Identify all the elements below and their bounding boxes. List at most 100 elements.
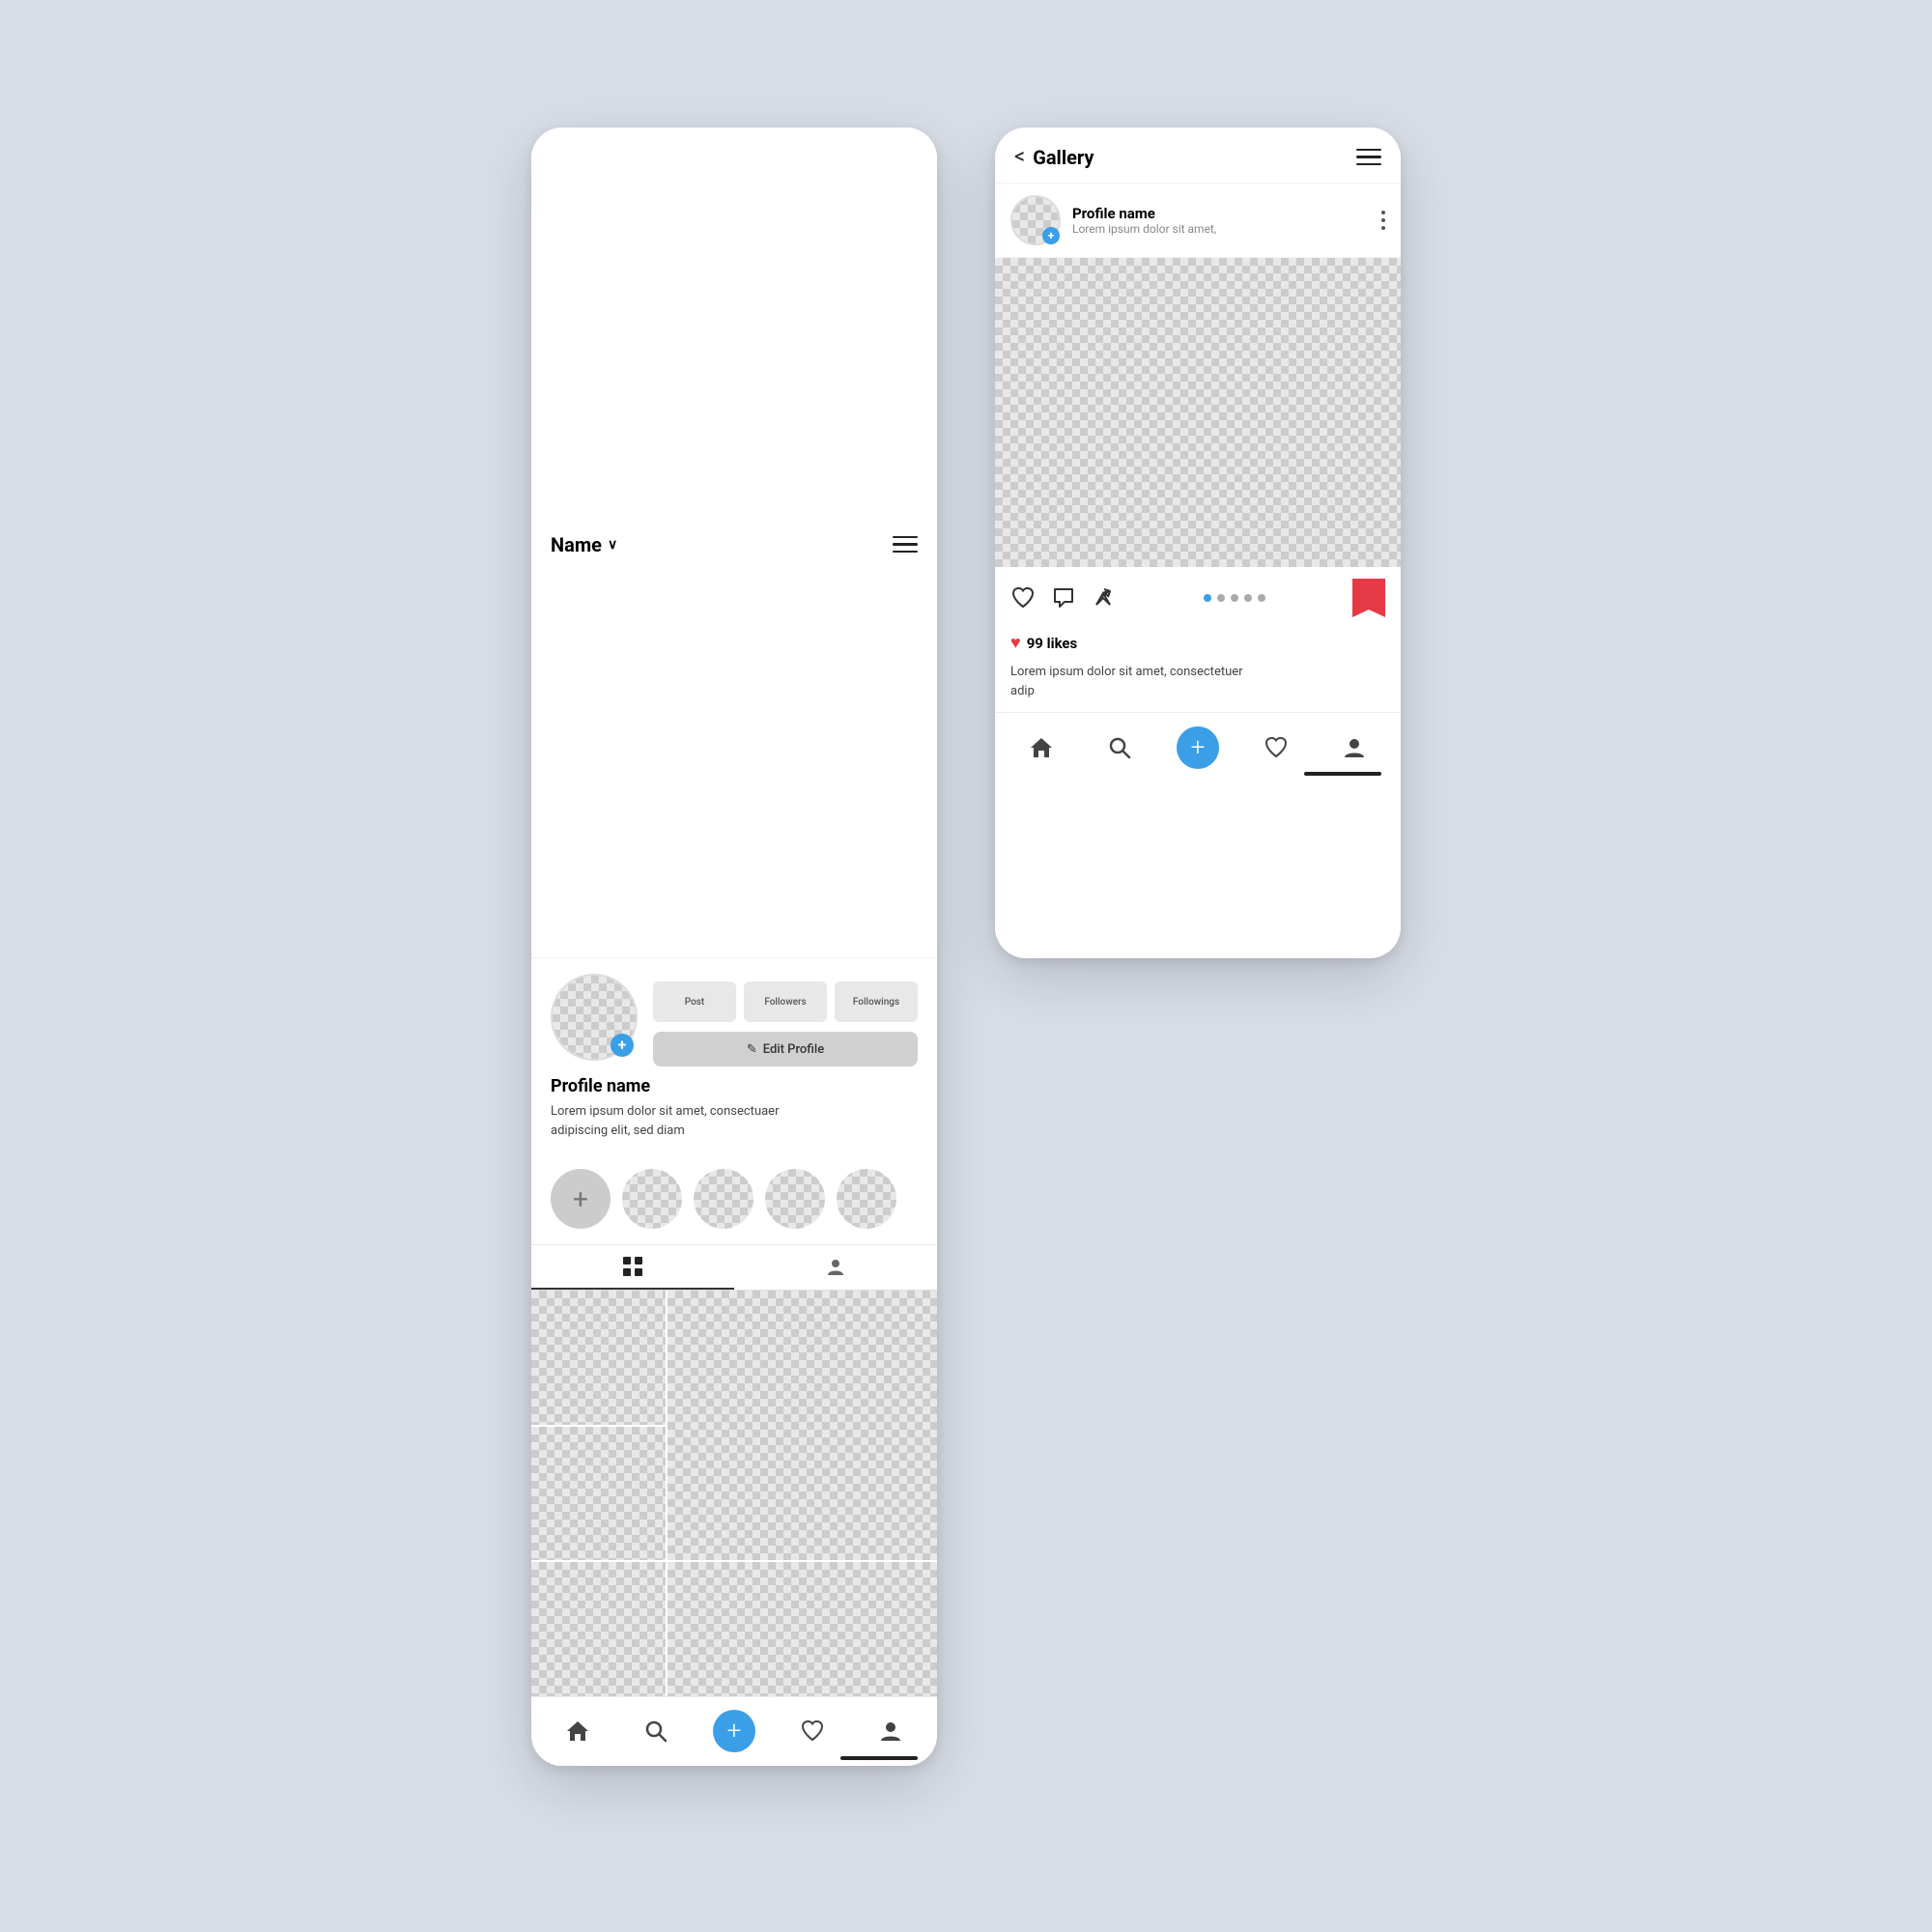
more-options-button[interactable] <box>1381 211 1385 230</box>
photo-cell-5[interactable] <box>531 1562 666 1696</box>
nav-search-button[interactable] <box>633 1708 679 1754</box>
stats-row: Post Followers Followings <box>653 981 918 1022</box>
followings-label: Followings <box>853 997 899 1008</box>
nav2-heart-button[interactable] <box>1253 724 1299 771</box>
heart-icon-2 <box>1264 735 1289 760</box>
heart-icon <box>800 1719 825 1744</box>
dot-indicator-2 <box>1217 594 1225 602</box>
home-indicator <box>840 1756 918 1760</box>
nav2-add-button[interactable]: + <box>1175 724 1221 771</box>
person-tab-icon <box>825 1257 846 1278</box>
gallery-menu-button[interactable] <box>1356 149 1381 166</box>
photo-cell-1[interactable] <box>531 1291 666 1425</box>
avatar-wrap: + <box>551 974 638 1061</box>
hamburger-line <box>893 543 918 546</box>
home-indicator-2 <box>1304 772 1381 776</box>
hamburger-line <box>893 551 918 554</box>
name-label: Name <box>551 533 602 556</box>
add-circle-2[interactable]: + <box>1177 726 1219 769</box>
dot-indicator-4 <box>1244 594 1252 602</box>
nav2-home-button[interactable] <box>1018 724 1065 771</box>
profile-name-header[interactable]: Name ∨ <box>551 533 617 556</box>
nav-add-button[interactable]: + <box>711 1708 757 1754</box>
post-avatar-wrap: + <box>1010 195 1061 245</box>
gallery-title: Gallery <box>1033 146 1094 169</box>
home-icon-2 <box>1029 735 1054 760</box>
post-username: Profile name <box>1072 205 1370 222</box>
nav2-profile-button[interactable] <box>1331 724 1378 771</box>
photo-cell-4[interactable] <box>531 1427 666 1561</box>
avatar-add-button[interactable]: + <box>611 1034 634 1057</box>
edit-profile-button[interactable]: ✎ Edit Profile <box>653 1032 918 1066</box>
profile-display-name: Profile name <box>551 1076 918 1096</box>
home-icon <box>565 1719 590 1744</box>
phone-profile: Name ∨ + Post <box>531 128 937 1766</box>
person-icon <box>878 1719 903 1744</box>
phone-gallery: < Gallery + Profile name Lorem ipsum dol… <box>995 128 1401 958</box>
dot-3 <box>1381 226 1385 230</box>
hamburger-line <box>1356 156 1381 158</box>
carousel-dots <box>1132 594 1337 602</box>
hamburger-line <box>1356 163 1381 166</box>
content-tabs <box>531 1245 937 1291</box>
search-icon <box>643 1719 668 1744</box>
photo-grid <box>531 1291 937 1696</box>
like-button[interactable] <box>1010 585 1036 611</box>
heart-filled-icon: ♥ <box>1010 633 1021 653</box>
chevron-down-icon: ∨ <box>608 537 617 553</box>
likes-count: 99 likes <box>1027 635 1078 652</box>
stats-section: Post Followers Followings ✎ Edit Profile <box>653 974 918 1066</box>
dot-indicator-3 <box>1231 594 1238 602</box>
phone1-header: Name ∨ <box>531 128 937 958</box>
comment-button[interactable] <box>1051 585 1076 611</box>
nav-home-button[interactable] <box>554 1708 601 1754</box>
photo-cell-2[interactable] <box>668 1291 937 1560</box>
back-section: < Gallery <box>1014 145 1094 169</box>
dot-indicator-5 <box>1258 594 1265 602</box>
post-user-info: Profile name Lorem ipsum dolor sit amet, <box>1072 205 1370 236</box>
post-user-row: + Profile name Lorem ipsum dolor sit ame… <box>995 184 1401 258</box>
hamburger-line <box>1356 149 1381 152</box>
tab-grid[interactable] <box>531 1245 734 1290</box>
story-4[interactable] <box>837 1169 896 1229</box>
search-icon-2 <box>1107 735 1132 760</box>
post-avatar-add-button[interactable]: + <box>1042 227 1060 244</box>
bottom-nav-2: + <box>995 712 1401 781</box>
post-likes-row: ♥ 99 likes <box>995 629 1401 659</box>
share-icon <box>1092 585 1117 611</box>
bottom-nav: + <box>531 1696 937 1766</box>
edit-profile-label: Edit Profile <box>763 1042 824 1057</box>
nav-heart-button[interactable] <box>789 1708 836 1754</box>
person-icon-2 <box>1342 735 1367 760</box>
dot-2 <box>1381 218 1385 222</box>
followers-stat: Followers <box>744 981 827 1022</box>
share-button[interactable] <box>1092 585 1117 611</box>
back-chevron-icon[interactable]: < <box>1014 145 1025 169</box>
add-circle[interactable]: + <box>713 1710 755 1752</box>
profile-top-row: + Post Followers Followings <box>551 974 918 1066</box>
profile-bio: Lorem ipsum dolor sit amet, consectuaera… <box>551 1102 918 1151</box>
story-1[interactable] <box>622 1169 682 1229</box>
dot-1 <box>1381 211 1385 214</box>
story-3[interactable] <box>765 1169 825 1229</box>
menu-button[interactable] <box>893 536 918 554</box>
edit-profile-icon: ✎ <box>747 1042 757 1057</box>
post-image[interactable] <box>995 258 1401 567</box>
story-2[interactable] <box>694 1169 753 1229</box>
add-story-button[interactable]: + <box>551 1169 611 1229</box>
dot-indicator-1 <box>1204 594 1211 602</box>
grid-icon <box>622 1256 643 1277</box>
nav2-search-button[interactable] <box>1096 724 1143 771</box>
nav-profile-button[interactable] <box>867 1708 914 1754</box>
heart-outline-icon <box>1010 585 1036 611</box>
hamburger-line <box>893 536 918 539</box>
followings-stat: Followings <box>835 981 918 1022</box>
tab-tagged[interactable] <box>734 1245 937 1290</box>
post-caption: Lorem ipsum dolor sit amet, consectetuer… <box>995 659 1401 712</box>
post-stat: Post <box>653 981 736 1022</box>
page-container: Name ∨ + Post <box>531 128 1401 1766</box>
profile-section: + Post Followers Followings <box>531 958 937 1163</box>
stories-row: + <box>531 1163 937 1245</box>
post-actions-row <box>995 567 1401 629</box>
bookmark-button[interactable] <box>1352 579 1385 617</box>
